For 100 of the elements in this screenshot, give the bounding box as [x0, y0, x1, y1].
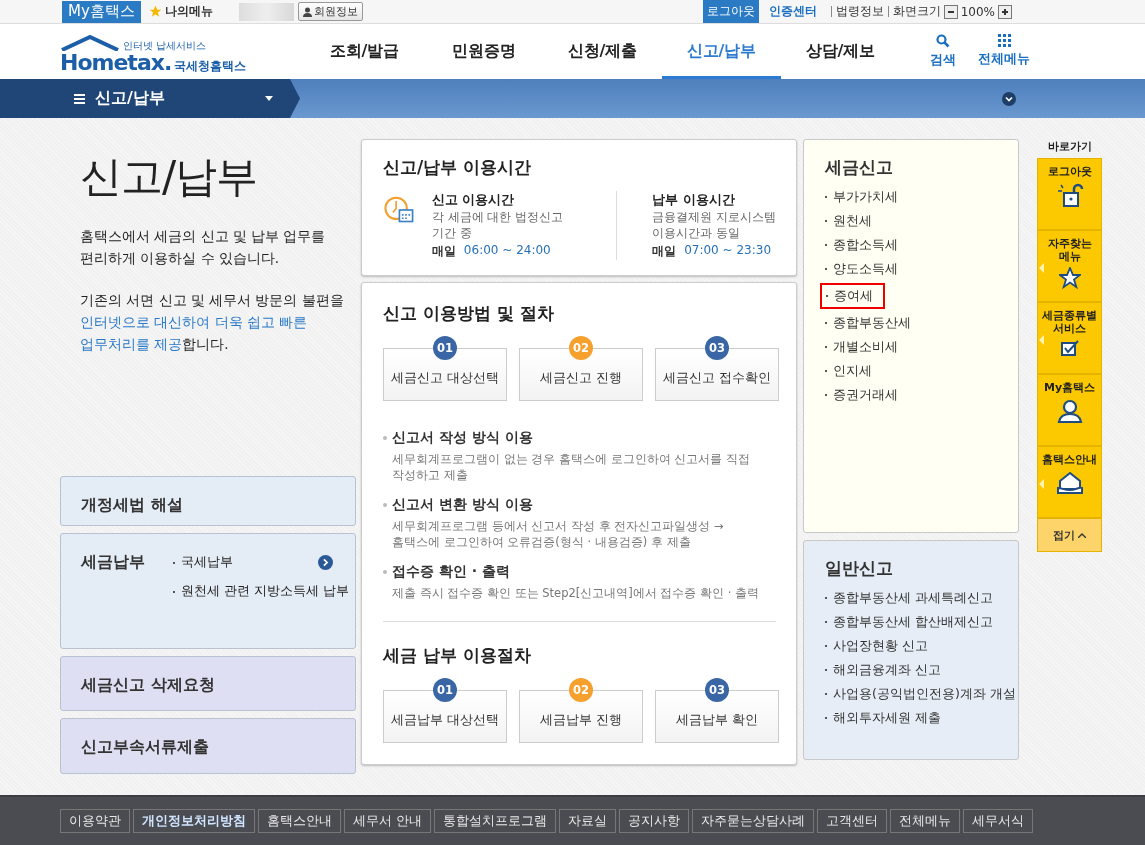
person-icon [1056, 398, 1083, 424]
search-button[interactable]: 검색 [930, 34, 956, 69]
star-icon [148, 5, 162, 18]
collapse-button[interactable]: 접기 [1037, 518, 1102, 552]
menu-card[interactable]: 개정세법 해설 [60, 476, 356, 526]
time-range: 07:00 ~ 23:30 [684, 243, 772, 259]
footer-link[interactable]: 세무서 안내 [344, 809, 431, 833]
panel-title: 신고/납부 이용시간 [383, 156, 533, 179]
filing-link[interactable]: 개별소비세 [825, 337, 898, 357]
zoom-out-button[interactable] [943, 4, 958, 19]
nav-tab[interactable]: 조회/발급 [305, 24, 424, 79]
footer-link[interactable]: 전체메뉴 [890, 809, 960, 833]
blurred-user-name [238, 2, 294, 21]
step-number: 02 [569, 336, 593, 360]
footer-link[interactable]: 세무서식 [963, 809, 1033, 833]
card-title: 신고부속서류제출 [81, 737, 209, 758]
chevron-right-icon [318, 555, 333, 570]
menu-icon [74, 93, 85, 104]
filing-link[interactable]: 해외투자세원 제출 [825, 708, 941, 728]
panel-title: 일반신고 [825, 557, 894, 580]
checkbox-icon [1059, 339, 1080, 357]
logo-wordmark: Hometax. [60, 51, 172, 74]
daily-label: 매일 [431, 243, 456, 260]
quick-link[interactable]: My홈택스 [1037, 374, 1102, 446]
step-number: 03 [705, 678, 729, 702]
hours-title: 납부 이용시간 [652, 191, 736, 209]
member-info-button[interactable]: 회원정보 [297, 2, 363, 21]
cert-center-link[interactable]: 인증센터 [768, 3, 817, 20]
logo-name: 국세청홈택스 [174, 57, 247, 75]
step-number: 02 [569, 678, 593, 702]
footer-link[interactable]: 개인정보처리방침 [133, 809, 255, 833]
screen-size-label: 화면크기 [892, 3, 941, 20]
law-info-link[interactable]: 법령정보 [835, 3, 884, 20]
footer-link[interactable]: 고객센터 [817, 809, 887, 833]
roof-icon [60, 34, 120, 51]
quick-link[interactable]: 홈택스안내 [1037, 446, 1102, 518]
payment-link[interactable]: 국세납부 [173, 554, 333, 571]
chevron-down-icon[interactable] [1002, 91, 1016, 106]
card-title: 세금납부 [81, 552, 145, 573]
all-menu-button[interactable]: 전체메뉴 [978, 34, 1030, 69]
menu-card[interactable]: 세금신고 삭제요청 [60, 656, 356, 711]
method-title: 신고서 변환 방식 이용 [383, 496, 776, 514]
search-icon [936, 34, 950, 48]
quick-link[interactable]: 자주찾는 메뉴 [1037, 230, 1102, 302]
step-number: 01 [433, 336, 457, 360]
grid-icon [997, 34, 1011, 47]
filing-link[interactable]: 원천세 [825, 211, 872, 231]
method-description: 세무회계프로그램 등에서 신고서 작성 후 전자신고파일생성 → 홈택스에 로그인하여 오류검증(형식 · 내용검증) 후 제출 [392, 518, 725, 550]
filing-link[interactable]: 종합부동산세 합산배제신고 [825, 612, 993, 632]
pointer-icon [1039, 479, 1044, 489]
my-hometax-link[interactable]: My홈택스 [62, 0, 141, 23]
caret-icon [265, 96, 273, 101]
footer-link[interactable]: 이용약관 [60, 809, 130, 833]
breadcrumb-menu[interactable]: 신고/납부 [0, 79, 300, 118]
footer-link[interactable]: 자주묻는상담사례 [692, 809, 814, 833]
filing-link[interactable]: 증권거래세 [825, 385, 898, 405]
filing-link[interactable]: 사업장현황 신고 [825, 636, 928, 656]
footer-link[interactable]: 자료실 [559, 809, 616, 833]
filing-link[interactable]: 종합부동산세 [825, 313, 911, 333]
pointer-icon [1039, 263, 1044, 273]
card-title: 세금신고 삭제요청 [81, 675, 215, 696]
filing-link[interactable]: 종합소득세 [825, 235, 898, 255]
daily-label: 매일 [652, 243, 677, 260]
caret-up-icon [1078, 532, 1086, 538]
logout-button[interactable]: 로그아웃 [702, 0, 759, 23]
filing-link[interactable]: 양도소득세 [825, 259, 898, 279]
payment-link[interactable]: 원천세 관련 지방소득세 납부 [173, 583, 349, 600]
footer-link[interactable]: 통합설치프로그램 [434, 809, 556, 833]
zoom-in-button[interactable] [998, 4, 1012, 19]
panel-title: 신고 이용방법 및 절차 [383, 302, 555, 325]
time-range: 06:00 ~ 24:00 [463, 243, 551, 259]
footer-link[interactable]: 홈택스안내 [258, 809, 341, 833]
pointer-icon [1039, 335, 1044, 345]
hours-description: 각 세금에 대한 법정신고 기간 중 [431, 209, 565, 241]
my-menu-link[interactable]: 나의메뉴 [148, 3, 213, 20]
menu-card[interactable]: 세금납부 국세납부 원천세 관련 지방소득세 납부 [60, 533, 356, 649]
method-title: 접수증 확인 · 출력 [383, 563, 776, 581]
filing-link[interactable]: 해외금융계좌 신고 [825, 660, 941, 680]
menu-card[interactable]: 신고부속서류제출 [60, 718, 356, 774]
page-title: 신고/납부 [80, 151, 259, 203]
house-hand-icon [1055, 470, 1084, 496]
logo-tagline: 인터넷 납세서비스 [123, 40, 207, 51]
step-number: 03 [705, 336, 729, 360]
zoom-level: 100% [960, 4, 995, 19]
filing-link[interactable]: 증여세 [820, 283, 885, 309]
quick-link[interactable]: 로그아웃 [1037, 158, 1102, 230]
intro-paragraph: 홈택스에서 세금의 신고 및 납부 업무를 편리하게 이용하실 수 있습니다. [80, 227, 327, 268]
filing-link[interactable]: 사업용(공익법인전용)계좌 개설 [825, 684, 1016, 704]
nav-tab[interactable]: 신청/제출 [543, 24, 662, 79]
filing-link[interactable]: 부가가치세 [825, 187, 898, 207]
intro-paragraph: 기존의 서면 신고 및 세무서 방문의 불편을 인터넷으로 대신하여 더욱 쉽고 빠른 업무처리를 제공합니다. [80, 291, 345, 354]
filing-link[interactable]: 인지세 [825, 361, 872, 381]
panel-title: 세금 납부 이용절차 [383, 644, 532, 667]
nav-tab[interactable]: 상담/제보 [781, 24, 900, 79]
nav-tab[interactable]: 민원증명 [424, 24, 543, 79]
quick-link[interactable]: 세금종류별 서비스 [1037, 302, 1102, 374]
filing-link[interactable]: 종합부동산세 과세특례신고 [825, 588, 993, 608]
star-icon [1058, 267, 1081, 289]
method-title: 신고서 작성 방식 이용 [383, 429, 776, 447]
footer-link[interactable]: 공지사항 [619, 809, 689, 833]
